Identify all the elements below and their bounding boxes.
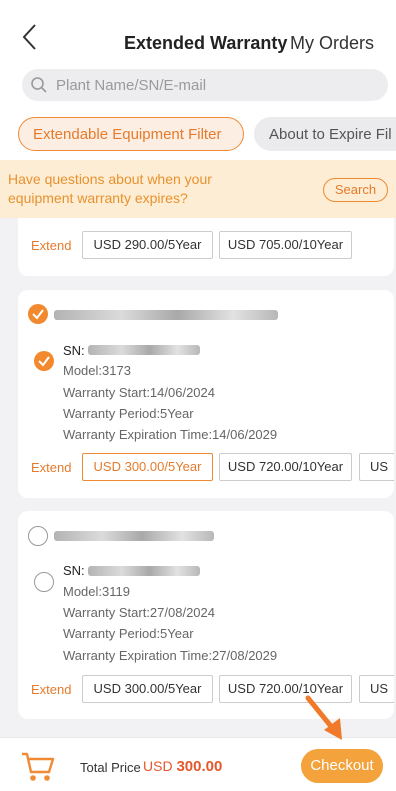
back-chevron-icon[interactable] (20, 22, 38, 52)
extend-label: Extend (31, 238, 72, 253)
filter-about-to-expire[interactable]: About to Expire Fil (254, 117, 396, 151)
device-card-partial: Extend USD 290.00/5Year USD 705.00/10Yea… (18, 208, 394, 276)
warranty-period-text: Warranty Period:5Year (63, 406, 194, 421)
extend-label: Extend (31, 682, 72, 697)
checkout-button[interactable]: Checkout (301, 749, 383, 783)
extend-option-10year[interactable]: USD 705.00/10Year (219, 231, 352, 259)
extend-option-5year[interactable]: USD 300.00/5Year (82, 453, 213, 481)
filter-extendable-equipment[interactable]: Extendable Equipment Filter (18, 117, 244, 151)
plant-name-redacted (54, 310, 278, 320)
cart-icon[interactable] (20, 748, 56, 784)
extend-options-row: Extend USD 290.00/5Year USD 705.00/10Yea… (18, 231, 394, 261)
search-placeholder: Plant Name/SN/E-mail (56, 77, 207, 94)
checkmark-icon (32, 309, 44, 320)
extend-option-more[interactable]: US (359, 675, 394, 703)
extend-option-10year[interactable]: USD 720.00/10Year (219, 453, 352, 481)
notice-search-button[interactable]: Search (323, 178, 388, 202)
extend-option-5year[interactable]: USD 300.00/5Year (82, 675, 213, 703)
warranty-expiration-text: Warranty Expiration Time:27/08/2029 (63, 648, 278, 663)
search-input[interactable]: Plant Name/SN/E-mail (22, 69, 388, 101)
extend-option-more[interactable]: US (359, 453, 394, 481)
model-text: Model:3119 (63, 584, 130, 599)
sn-label: SN: (63, 343, 85, 358)
model-text: Model:3173 (63, 363, 131, 378)
arrow-pointer-icon (305, 695, 342, 740)
warranty-notice-banner: Have questions about when your equipment… (0, 160, 396, 218)
warranty-start-text: Warranty Start:27/08/2024 (63, 605, 215, 620)
header: Extended Warranty My Orders (0, 0, 396, 58)
warranty-start-text: Warranty Start:14/06/2024 (63, 385, 215, 400)
notice-text: Have questions about when your equipment… (8, 171, 212, 206)
checkmark-icon (38, 356, 50, 367)
filter-bar: Extendable Equipment Filter About to Exp… (0, 110, 396, 160)
my-orders-link[interactable]: My Orders (290, 33, 374, 54)
warranty-period-text: Warranty Period:5Year (63, 626, 194, 641)
sn-label: SN: (63, 563, 85, 578)
search-icon (31, 77, 47, 93)
total-price-value: USD 300.00 (143, 758, 222, 775)
plant-select-checkbox[interactable] (28, 526, 48, 546)
sn-value-redacted (88, 345, 200, 355)
device-card: SN: Model:3173 Warranty Start:14/06/2024… (18, 290, 394, 498)
plant-select-checkbox[interactable] (28, 304, 48, 324)
extend-options-row: Extend USD 300.00/5Year USD 720.00/10Yea… (18, 453, 394, 483)
total-price-label: Total Price (80, 760, 141, 775)
checkout-bar: Total Price USD 300.00 Checkout (0, 737, 396, 791)
device-select-checkbox[interactable] (34, 572, 54, 592)
search-bar-container: Plant Name/SN/E-mail (0, 58, 396, 110)
currency: USD (143, 758, 173, 774)
warranty-expiration-text: Warranty Expiration Time:14/06/2029 (63, 427, 278, 442)
extend-label: Extend (31, 460, 72, 475)
page-title: Extended Warranty (124, 33, 288, 53)
extend-option-5year[interactable]: USD 290.00/5Year (82, 231, 213, 259)
plant-name-redacted (54, 531, 214, 541)
device-select-checkbox[interactable] (34, 351, 54, 371)
device-card: SN: Model:3119 Warranty Start:27/08/2024… (18, 511, 394, 719)
total-amount: 300.00 (176, 758, 223, 775)
sn-value-redacted (88, 566, 200, 576)
